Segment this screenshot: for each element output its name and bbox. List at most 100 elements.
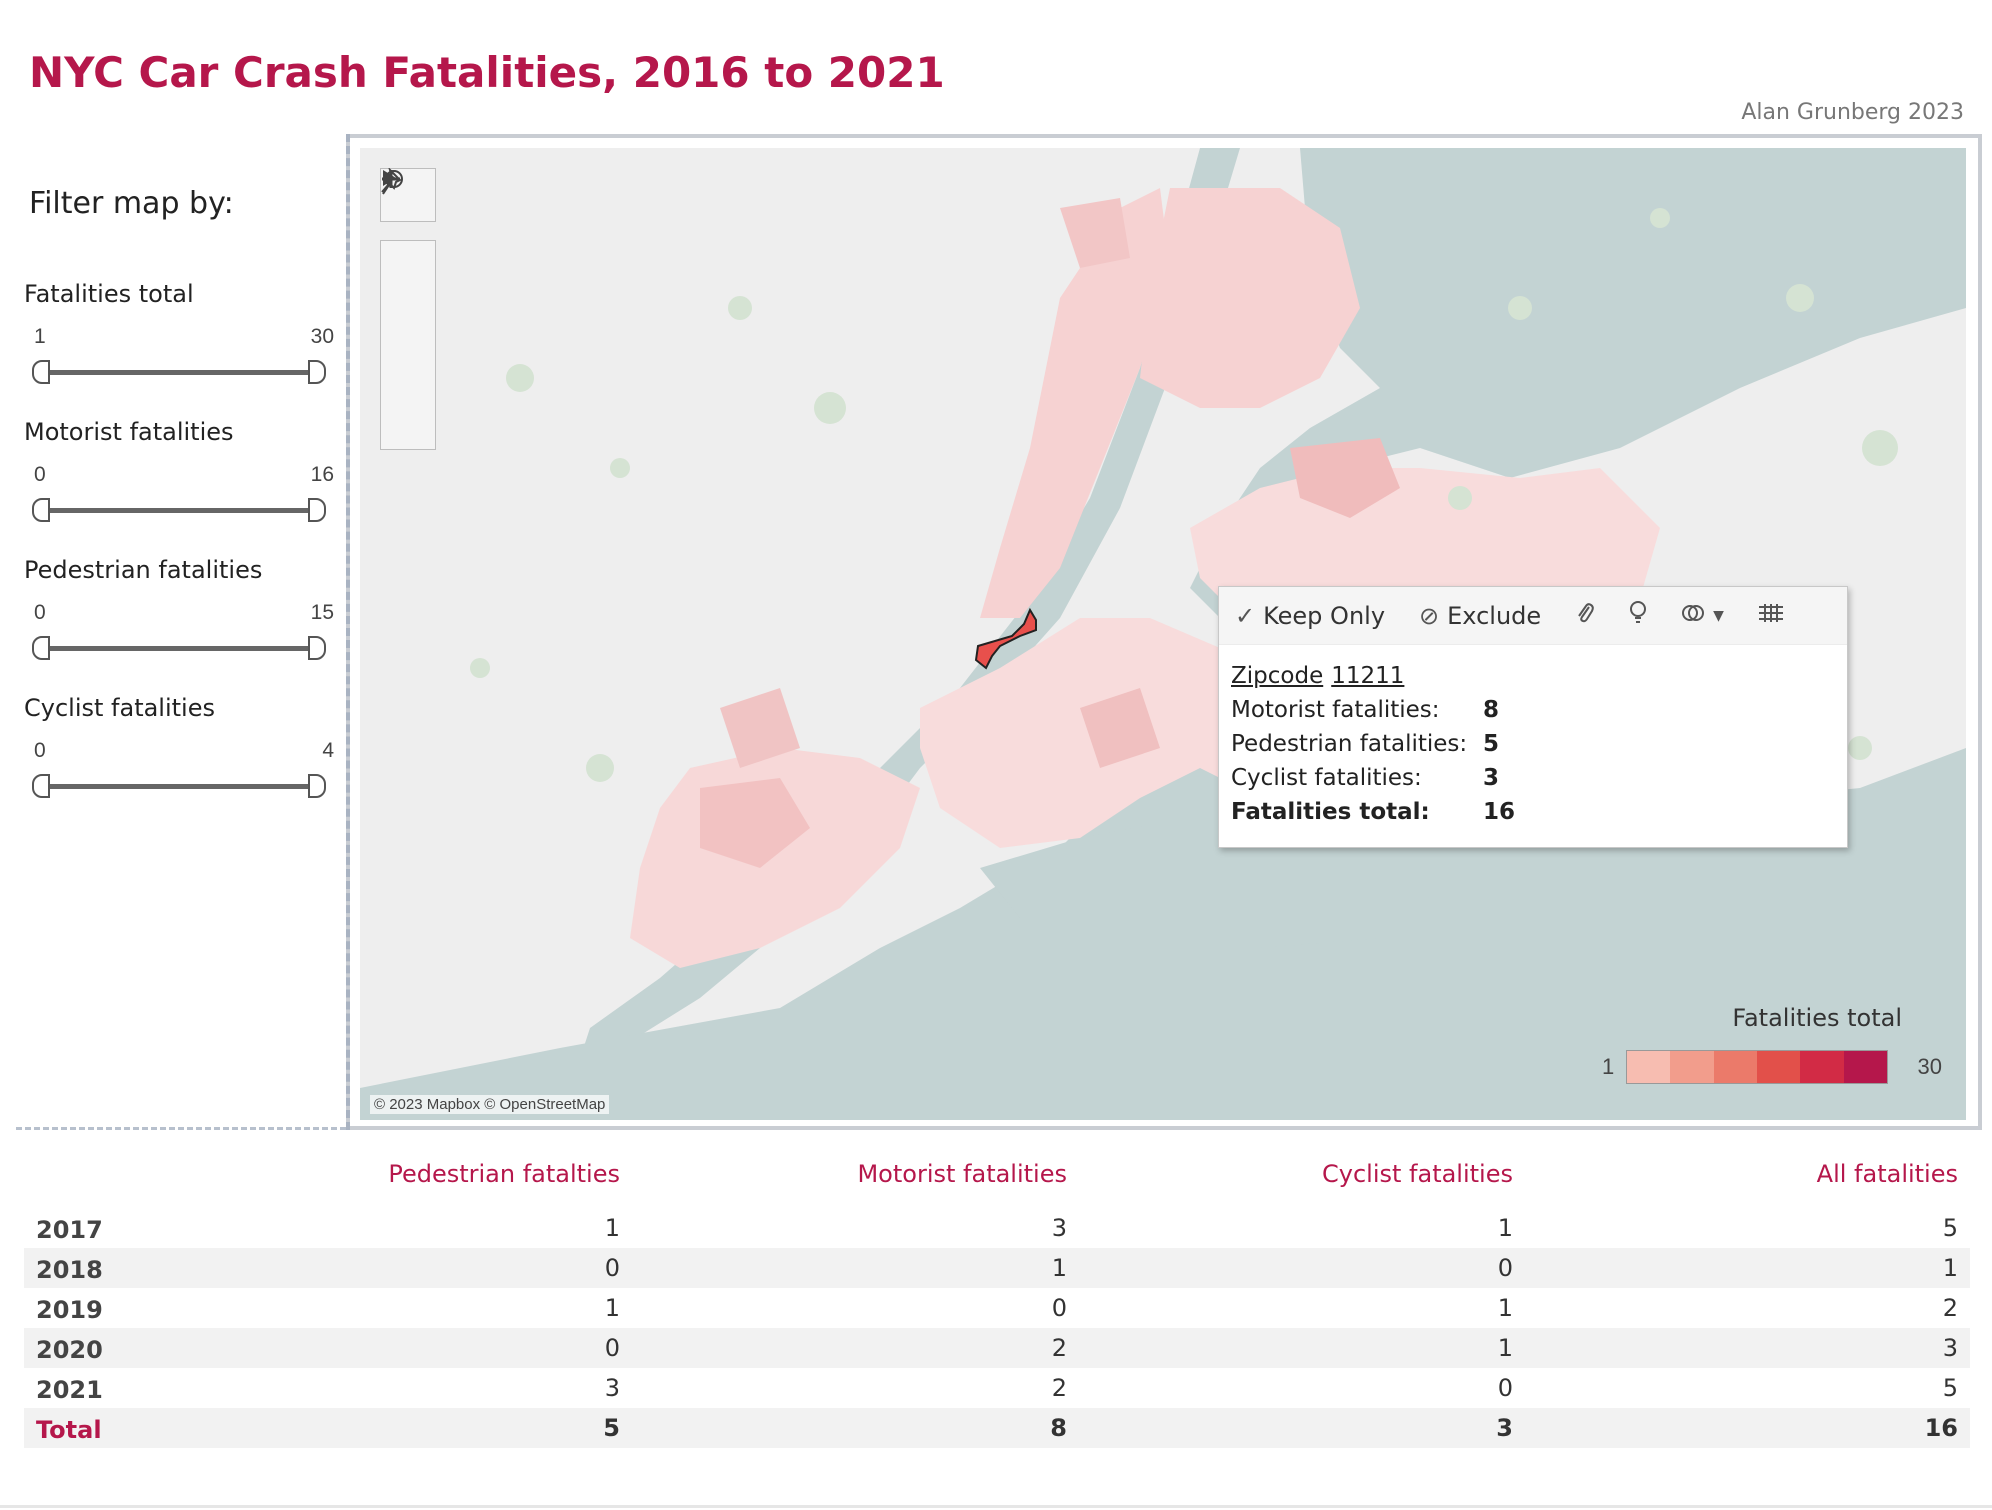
filter-motorist-fatalities: Motorist fatalities 0 16 [24, 418, 334, 556]
tooltip-value: 16 [1483, 799, 1516, 825]
tooltip-row: Pedestrian fatalities: 5 [1231, 727, 1835, 761]
column-header[interactable]: Cyclist fatalities [1322, 1160, 1513, 1188]
keep-only-button[interactable]: ✓ Keep Only [1235, 602, 1385, 630]
range-slider-max-handle[interactable] [308, 498, 326, 522]
filter-sidebar: Filter map by: Fatalities total 1 30 Mot… [0, 140, 340, 1130]
tooltip-key: Cyclist fatalities: [1231, 765, 1422, 791]
fatalities-table: Pedestrian fatalties Motorist fatalities… [24, 1160, 1970, 1448]
table-row[interactable]: 2017 1 3 1 5 [24, 1208, 1970, 1248]
tooltip-key: Pedestrian fatalities: [1231, 731, 1468, 757]
column-header[interactable]: Motorist fatalities [857, 1160, 1067, 1188]
map-controls [380, 168, 436, 450]
range-slider-min-handle[interactable] [32, 636, 50, 660]
table-row[interactable]: 2020 0 2 1 3 [24, 1328, 1970, 1368]
lightbulb-icon [1629, 600, 1647, 632]
filter-min-value: 0 [34, 463, 46, 486]
row-year: 2019 [36, 1296, 103, 1324]
table-row[interactable]: 2018 0 1 0 1 [24, 1248, 1970, 1288]
exclude-button[interactable]: ⊘ Exclude [1419, 602, 1541, 630]
exclude-icon: ⊘ [1419, 601, 1440, 630]
page-title: NYC Car Crash Fatalities, 2016 to 2021 [29, 48, 945, 97]
range-slider-track[interactable] [39, 508, 319, 513]
legend-min: 1 [1602, 1054, 1615, 1079]
range-slider-max-handle[interactable] [308, 360, 326, 384]
tooltip-row: Cyclist fatalities: 3 [1231, 761, 1835, 795]
table-cell: 2 [1051, 1334, 1067, 1362]
table-cell: 2 [1942, 1294, 1958, 1322]
pin-icon[interactable] [381, 168, 435, 397]
table-cell: 1 [604, 1294, 620, 1322]
table-cell: 5 [1942, 1214, 1958, 1242]
view-data-button[interactable] [1758, 602, 1784, 630]
paperclip-icon [1575, 601, 1595, 631]
range-slider-max-handle[interactable] [308, 636, 326, 660]
legend-swatch [1713, 1051, 1757, 1083]
table-row[interactable]: 2019 1 0 1 2 [24, 1288, 1970, 1328]
filter-max-value: 30 [310, 325, 334, 348]
filter-max-value: 16 [310, 463, 334, 486]
section-divider [16, 1127, 346, 1130]
filter-min-value: 0 [34, 739, 46, 762]
range-slider-max-handle[interactable] [308, 774, 326, 798]
checkmark-icon: ✓ [1235, 601, 1256, 630]
explain-button[interactable] [1629, 600, 1647, 632]
table-header: Pedestrian fatalties Motorist fatalities… [24, 1160, 1970, 1208]
table-cell: 5 [603, 1414, 620, 1442]
legend-max: 30 [1917, 1054, 1942, 1079]
filter-label: Fatalities total [24, 280, 194, 308]
tooltip-key: Fatalities total: [1231, 799, 1430, 825]
zip-value: 11211 [1331, 663, 1405, 689]
table-row[interactable]: 2021 3 2 0 5 [24, 1368, 1970, 1408]
table-cell: 0 [1051, 1294, 1067, 1322]
play-icon[interactable] [381, 170, 435, 449]
table-cell: 16 [1924, 1414, 1958, 1442]
table-total-row[interactable]: Total 5 8 3 16 [24, 1408, 1970, 1448]
table-cell: 0 [1497, 1374, 1513, 1402]
legend-swatch [1627, 1051, 1671, 1083]
tooltip-body: Zipcode 11211 Motorist fatalities: 8 Ped… [1219, 645, 1847, 843]
row-year: 2017 [36, 1216, 103, 1244]
range-slider-min-handle[interactable] [32, 774, 50, 798]
paperclip-button[interactable] [1575, 601, 1595, 631]
tooltip-row: Motorist fatalities: 8 [1231, 693, 1835, 727]
group-members-button[interactable]: ▼ [1681, 601, 1724, 631]
filter-pedestrian-fatalities: Pedestrian fatalities 0 15 [24, 556, 334, 694]
table-cell: 2 [1051, 1374, 1067, 1402]
zip-label: Zipcode [1231, 663, 1324, 689]
table-cell: 3 [1051, 1214, 1067, 1242]
table-cell: 3 [1942, 1334, 1958, 1362]
range-slider-track[interactable] [39, 784, 319, 789]
filter-min-value: 1 [34, 325, 46, 348]
range-slider-min-handle[interactable] [32, 360, 50, 384]
range-slider-min-handle[interactable] [32, 498, 50, 522]
legend-title: Fatalities total [1732, 1004, 1902, 1032]
table-cell: 5 [1942, 1374, 1958, 1402]
range-slider-track[interactable] [39, 370, 319, 375]
table-cell: 1 [1497, 1214, 1513, 1242]
plus-icon[interactable] [381, 170, 435, 293]
table-cell: 3 [604, 1374, 620, 1402]
table-cell: 1 [604, 1214, 620, 1242]
table-cell: 1 [1051, 1254, 1067, 1282]
row-year: 2020 [36, 1336, 103, 1364]
table-cell: 1 [1942, 1254, 1958, 1282]
row-year: 2021 [36, 1376, 103, 1404]
filter-cyclist-fatalities: Cyclist fatalities 0 4 [24, 694, 334, 832]
tooltip-zip-row: Zipcode 11211 [1231, 659, 1835, 693]
range-slider-track[interactable] [39, 646, 319, 651]
column-header[interactable]: All fatalities [1817, 1160, 1958, 1188]
legend-swatch [1800, 1051, 1844, 1083]
table-cell: 0 [1497, 1254, 1513, 1282]
keep-only-label: Keep Only [1263, 601, 1386, 630]
tooltip-value: 5 [1483, 731, 1500, 757]
table-cell: 0 [604, 1254, 620, 1282]
tooltip-value: 3 [1483, 765, 1500, 791]
map-attribution: © 2023 Mapbox © OpenStreetMap [370, 1095, 610, 1114]
legend-swatch [1843, 1051, 1887, 1083]
filter-label: Cyclist fatalities [24, 694, 215, 722]
legend-color-ramp [1626, 1050, 1888, 1084]
column-header[interactable]: Pedestrian fatalties [388, 1160, 620, 1188]
caret-down-icon: ▼ [1713, 607, 1724, 624]
minus-icon[interactable] [381, 177, 435, 345]
tooltip-value: 8 [1483, 697, 1500, 723]
